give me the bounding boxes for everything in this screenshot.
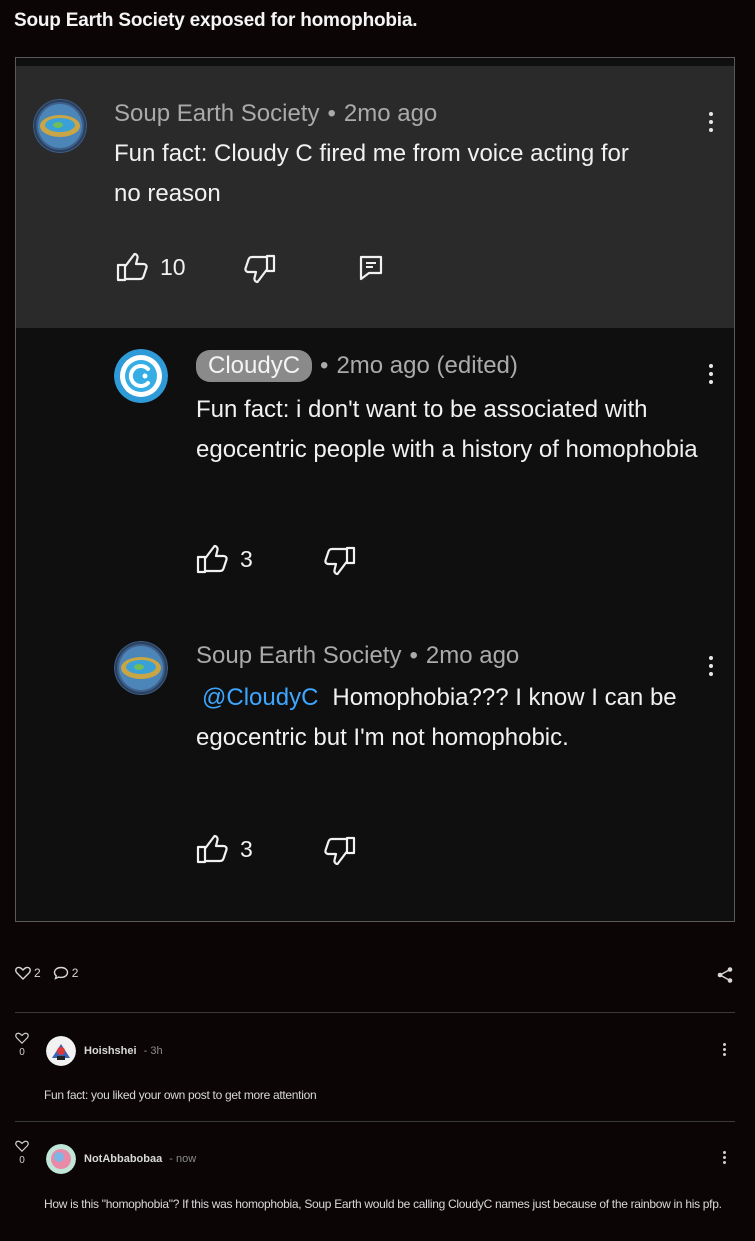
dislike-button[interactable] <box>242 254 276 284</box>
soup-earth-avatar <box>33 99 87 153</box>
reply-meta: CloudyC • 2mo ago (edited) <box>196 350 518 382</box>
post-stats: 2 2 <box>15 966 78 980</box>
reply-meta: Soup Earth Society • 2mo ago <box>196 642 520 669</box>
comment-author-name: NotAbbabobaa <box>84 1153 163 1165</box>
post-comment-button[interactable]: 2 <box>53 966 79 980</box>
embedded-screenshot: Soup Earth Society • 2mo ago Fun fact: Clo… <box>15 57 735 922</box>
comment-time: now <box>176 1153 197 1165</box>
comment-icon <box>53 966 68 980</box>
cloudyc-avatar <box>114 349 168 403</box>
thumbs-up-icon <box>196 834 228 864</box>
thumbs-up-icon <box>116 252 148 282</box>
comment-author[interactable]: Soup Earth Society <box>114 100 319 127</box>
thumbs-down-icon <box>324 836 356 866</box>
more-vertical-icon[interactable] <box>708 112 714 136</box>
post-like-count: 2 <box>34 966 41 980</box>
more-vertical-icon[interactable] <box>722 1151 727 1166</box>
divider <box>15 1012 735 1013</box>
creator-badge[interactable]: CloudyC <box>196 350 313 382</box>
comment-vote-count: 0 <box>19 1047 25 1058</box>
reply-time: 2mo ago (edited) <box>336 352 518 379</box>
more-vertical-icon[interactable] <box>722 1043 727 1058</box>
comment-text: How is this "homophobia"? If this was ho… <box>44 1197 722 1211</box>
post-title: Soup Earth Society exposed for homophobi… <box>14 10 418 31</box>
reply-button[interactable] <box>358 254 384 282</box>
like-button[interactable]: 3 <box>196 544 253 574</box>
dislike-button[interactable] <box>322 546 356 576</box>
thumbs-up-icon <box>196 544 228 574</box>
like-count: 3 <box>240 835 253 862</box>
more-vertical-icon[interactable] <box>708 656 714 680</box>
heart-icon <box>15 966 31 980</box>
comment-meta: Soup Earth Society • 2mo ago <box>114 100 438 127</box>
reply-text: @CloudyC Homophobia??? I know I can be eg… <box>196 678 706 758</box>
comment-time: 2mo ago <box>343 100 438 127</box>
dislike-button[interactable] <box>322 836 356 866</box>
reply-time: 2mo ago <box>425 642 520 669</box>
like-button[interactable]: 3 <box>196 834 253 864</box>
divider <box>15 1121 735 1122</box>
post-like-button[interactable]: 2 <box>15 966 41 980</box>
reply-icon <box>359 255 383 281</box>
comment-vote[interactable]: 0 <box>14 1032 30 1058</box>
reply-text: Fun fact: i don't want to be associated … <box>196 396 698 463</box>
comment-author[interactable]: Hoishshei - 3h <box>84 1045 163 1057</box>
like-count: 10 <box>160 253 186 280</box>
share-button[interactable] <box>716 966 734 989</box>
heart-icon <box>15 1032 29 1044</box>
comment-text: Fun fact: Cloudy C fired me from voice a… <box>114 140 629 207</box>
like-button[interactable]: 10 <box>116 252 186 282</box>
thumbs-down-icon <box>244 254 276 284</box>
more-vertical-icon[interactable] <box>708 364 714 388</box>
reply-author[interactable]: Soup Earth Society <box>196 642 401 669</box>
comment-time: 3h <box>150 1045 163 1057</box>
comment-author[interactable]: NotAbbabobaa - now <box>84 1153 196 1165</box>
top-comment: Soup Earth Society • 2mo ago Fun fact: Clo… <box>16 66 734 328</box>
heart-icon <box>15 1140 29 1152</box>
comment-author-name: Hoishshei <box>84 1045 137 1057</box>
post-comment-count: 2 <box>71 966 79 980</box>
user-avatar[interactable] <box>46 1036 76 1066</box>
thumbs-down-icon <box>324 546 356 576</box>
comment-vote[interactable]: 0 <box>14 1140 30 1166</box>
comment-vote-count: 0 <box>19 1155 25 1166</box>
comment-text: Fun fact: you liked your own post to get… <box>44 1088 317 1102</box>
like-count: 3 <box>240 545 253 572</box>
mention-link[interactable]: @CloudyC <box>202 684 318 711</box>
share-icon <box>717 967 733 983</box>
user-avatar[interactable] <box>46 1144 76 1174</box>
soup-earth-avatar <box>114 641 168 695</box>
